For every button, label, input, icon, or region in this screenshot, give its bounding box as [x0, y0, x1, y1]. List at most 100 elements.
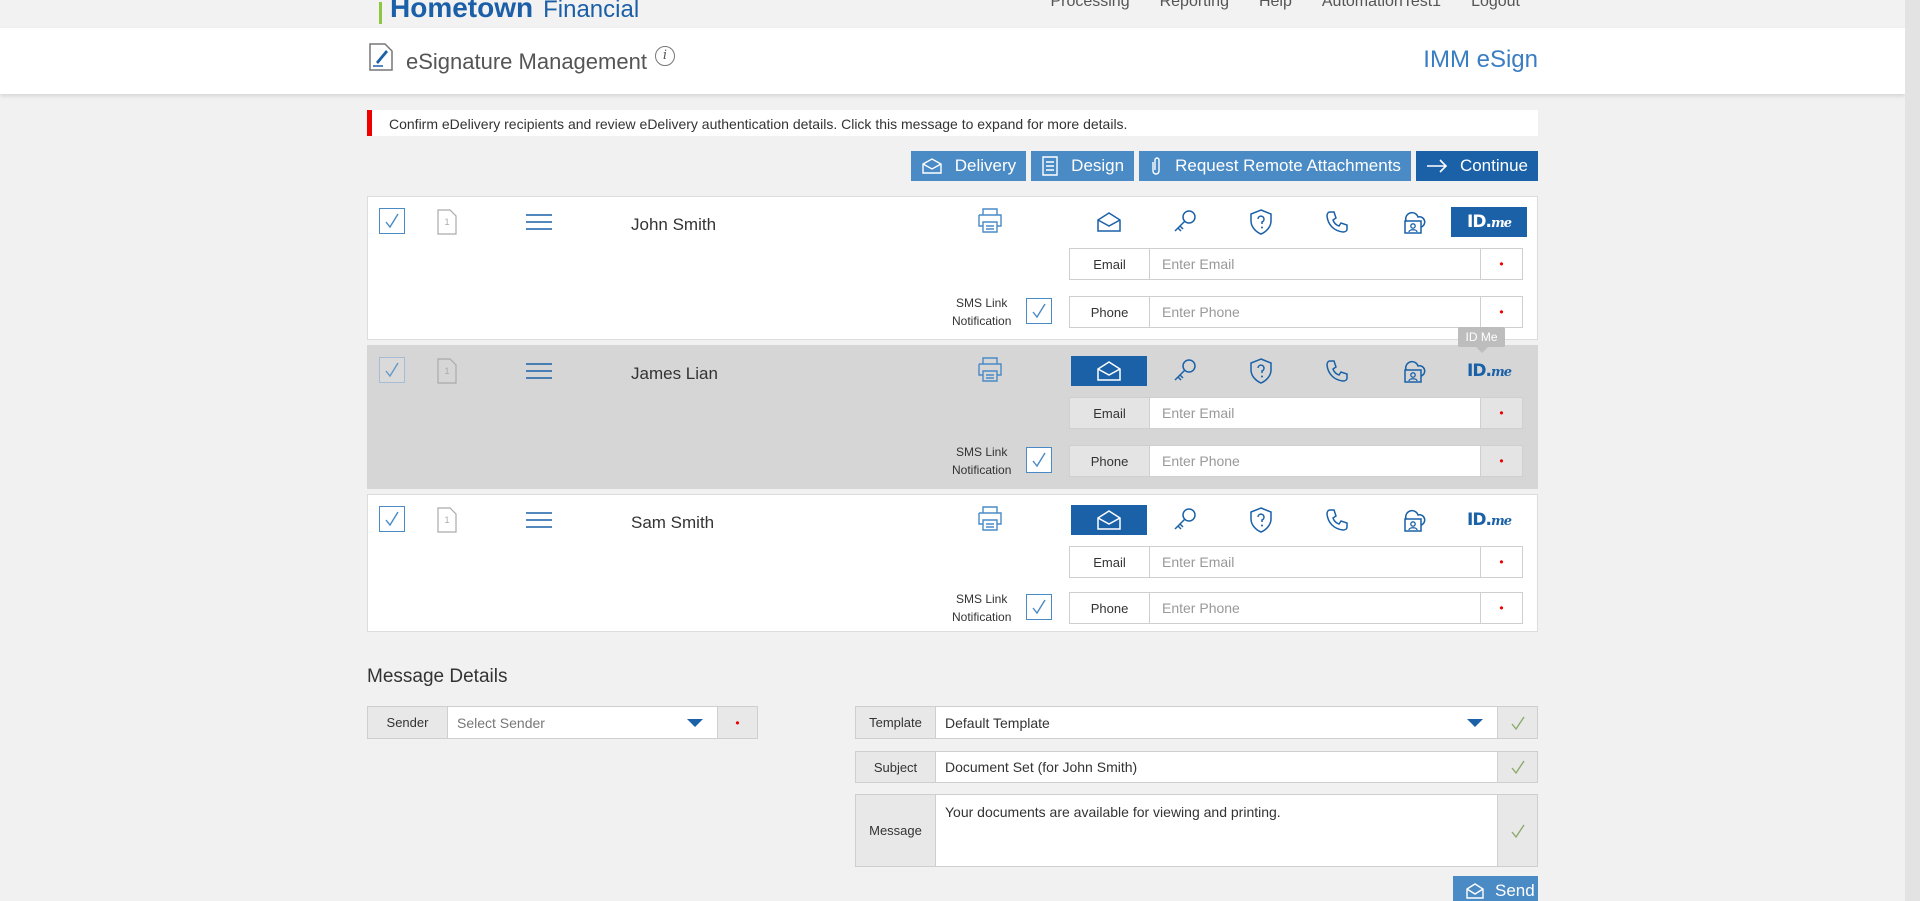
phone-icon	[1326, 509, 1348, 531]
sms-notification-checkbox[interactable]	[1026, 594, 1052, 620]
chevron-down-icon[interactable]	[1467, 718, 1483, 727]
phone-input[interactable]	[1150, 446, 1480, 476]
nav-help[interactable]: Help	[1259, 0, 1292, 11]
message-field: Message Your documents are available for…	[855, 794, 1538, 867]
required-marker: •	[1480, 249, 1522, 279]
checkmark-icon	[1510, 716, 1525, 730]
phone-input[interactable]	[1150, 593, 1480, 623]
drag-handle-icon[interactable]	[525, 362, 553, 380]
delivery-method-phone[interactable]	[1299, 207, 1375, 237]
email-input[interactable]	[1150, 547, 1480, 577]
delivery-method-phone[interactable]	[1299, 356, 1375, 386]
checkmark-icon	[1032, 599, 1046, 615]
title-bar: eSignature Management i IMM eSign	[0, 28, 1905, 94]
info-icon[interactable]: i	[655, 46, 675, 66]
required-marker: •	[1480, 547, 1522, 577]
recipient-checkbox[interactable]	[379, 506, 405, 532]
subject-valid-check	[1497, 752, 1537, 782]
sms-notification-label: SMS Link Notification	[952, 445, 1012, 477]
delivery-method-email[interactable]	[1071, 505, 1147, 535]
delivery-method-idme[interactable]: ID.me	[1451, 207, 1527, 237]
nav-user[interactable]: AutomationTest1	[1322, 0, 1441, 11]
recipient-row[interactable]: 1 Sam Smith ID.me Email • SMS LinkNotificatio…	[367, 494, 1538, 632]
request-attachments-button[interactable]: Request Remote Attachments	[1139, 151, 1411, 181]
phone-icon	[1326, 360, 1348, 382]
nav-reporting[interactable]: Reporting	[1160, 0, 1229, 11]
document-icon[interactable]: 1	[436, 209, 458, 235]
send-button[interactable]: Send	[1453, 876, 1538, 901]
delivery-method-phone[interactable]	[1299, 505, 1375, 535]
sms-notification-checkbox[interactable]	[1026, 298, 1052, 324]
template-field: Template Default Template	[855, 706, 1538, 739]
email-label: Email	[1070, 547, 1150, 577]
cloud-user-icon	[1404, 360, 1426, 383]
page-title: eSignature Management	[406, 49, 647, 74]
email-icon	[1097, 212, 1121, 232]
delivery-method-key[interactable]	[1147, 505, 1223, 535]
email-input[interactable]	[1150, 249, 1480, 279]
checkmark-icon	[385, 213, 399, 229]
brand-name: IMM eSign	[1423, 46, 1538, 73]
document-icon[interactable]: 1	[436, 507, 458, 533]
phone-label: Phone	[1070, 297, 1150, 327]
template-select[interactable]: Default Template	[936, 707, 1497, 738]
logo-sub-text: Financial	[543, 0, 640, 23]
sender-select[interactable]: Select Sender	[448, 707, 717, 738]
email-label: Email	[1070, 249, 1150, 279]
delivery-method-question-shield[interactable]	[1223, 207, 1299, 237]
subject-input[interactable]: Document Set (for John Smith)	[936, 752, 1497, 782]
message-label: Message	[856, 795, 936, 866]
delivery-method-email[interactable]	[1071, 207, 1147, 237]
idme-tooltip: ID Me	[1458, 327, 1505, 353]
design-button[interactable]: Design	[1031, 151, 1135, 181]
recipient-checkbox[interactable]	[379, 208, 405, 234]
delivery-method-cloud-user[interactable]	[1375, 356, 1451, 386]
nav-logout[interactable]: Logout	[1471, 0, 1520, 11]
delivery-alert[interactable]: Confirm eDelivery recipients and review …	[367, 110, 1538, 136]
phone-icon	[1326, 211, 1348, 233]
delivery-method-question-shield[interactable]	[1223, 505, 1299, 535]
message-valid-check	[1497, 795, 1537, 866]
subject-label: Subject	[856, 752, 936, 782]
delivery-method-idme[interactable]: ID.me	[1451, 505, 1527, 535]
nav-processing[interactable]: Processing	[1050, 0, 1129, 11]
delivery-method-idme[interactable]: ID.me	[1451, 356, 1527, 386]
recipient-row[interactable]: 1 John Smith ID.me Email • SMS LinkNotificati…	[367, 196, 1538, 340]
checkmark-icon	[1032, 452, 1046, 468]
checkmark-icon	[385, 362, 399, 378]
required-marker: •	[1480, 446, 1522, 476]
delivery-icon	[922, 158, 942, 174]
sms-notification-checkbox[interactable]	[1026, 447, 1052, 473]
delivery-method-cloud-user[interactable]	[1375, 505, 1451, 535]
idme-logo: ID.me	[1467, 212, 1512, 232]
template-value: Default Template	[945, 714, 1050, 731]
delivery-method-key[interactable]	[1147, 356, 1223, 386]
email-icon	[1097, 361, 1121, 381]
delivery-method-cloud-user[interactable]	[1375, 207, 1451, 237]
phone-input[interactable]	[1150, 297, 1480, 327]
printer-icon[interactable]	[976, 356, 1004, 382]
send-label: Send	[1495, 881, 1535, 900]
drag-handle-icon[interactable]	[525, 213, 553, 231]
continue-button[interactable]: Continue	[1415, 151, 1538, 181]
idme-logo: ID.me	[1467, 361, 1512, 381]
delivery-button[interactable]: Delivery	[910, 151, 1027, 181]
document-icon[interactable]: 1	[436, 358, 458, 384]
chevron-down-icon[interactable]	[687, 718, 703, 727]
email-input[interactable]	[1150, 398, 1480, 428]
document-number: 1	[444, 366, 449, 376]
delivery-method-question-shield[interactable]	[1223, 356, 1299, 386]
printer-icon[interactable]	[976, 505, 1004, 531]
message-textarea[interactable]: Your documents are available for viewing…	[936, 795, 1497, 866]
delivery-method-key[interactable]	[1147, 207, 1223, 237]
recipient-checkbox[interactable]	[379, 357, 405, 383]
checkmark-icon	[385, 511, 399, 527]
drag-handle-icon[interactable]	[525, 511, 553, 529]
logo[interactable]: Hometown Financial	[379, 0, 639, 24]
printer-icon[interactable]	[976, 207, 1004, 233]
paperclip-icon	[1152, 157, 1160, 175]
idme-logo: ID.me	[1467, 510, 1512, 530]
recipient-row[interactable]: 1 James Lian ID.me Email • SMS LinkNotificati…	[367, 345, 1538, 489]
scrollbar[interactable]	[1905, 0, 1920, 901]
delivery-method-email[interactable]	[1071, 356, 1147, 386]
